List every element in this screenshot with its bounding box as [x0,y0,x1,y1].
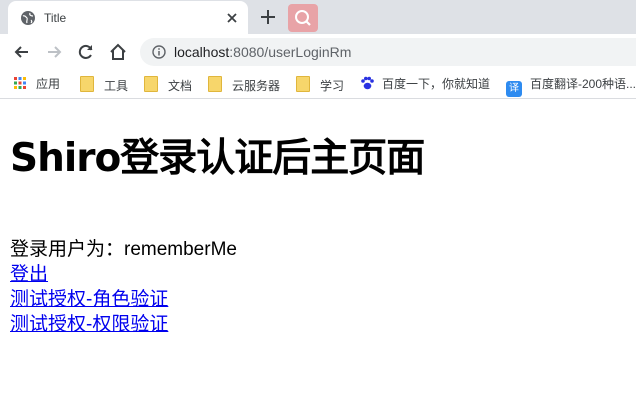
page-content: Shiro登录认证后主页面 登录用户为：rememberMe 登出 测试授权-角… [0,99,636,408]
tab-title: Title [44,11,67,25]
folder-icon [144,76,158,92]
bookmarks-bar: 应用 工具 文档 云服务器 学习 百度一下，你就知道 译百度翻译-200种语..… [0,70,636,99]
search-extension-button[interactable] [288,4,318,32]
browser-tab[interactable]: Title [8,1,248,34]
back-arrow-icon[interactable] [12,42,32,62]
url-host: localhost [174,44,230,60]
globe-icon [21,11,35,25]
bookmark-label: 应用 [36,77,61,91]
forward-arrow-icon[interactable] [44,42,64,62]
bookmark-cloud-servers[interactable]: 云服务器 [208,76,281,93]
new-tab-icon[interactable] [258,7,278,27]
role-authorization-test-link[interactable]: 测试授权-角色验证 [10,288,168,312]
bookmark-docs[interactable]: 文档 [144,76,193,93]
folder-icon [208,76,222,92]
bookmark-apps[interactable]: 应用 [14,76,60,92]
reload-icon[interactable] [76,42,96,62]
bookmark-label: 百度翻译-200种语... [530,77,636,91]
permission-authorization-test-link[interactable]: 测试授权-权限验证 [10,313,168,337]
bookmark-baidu-translate[interactable]: 译百度翻译-200种语... [506,76,636,97]
bookmark-baidu[interactable]: 百度一下，你就知道 [360,76,490,92]
url-path: :8080/userLoginRm [229,44,352,60]
logout-link[interactable]: 登出 [10,263,48,287]
bookmark-study[interactable]: 学习 [296,76,345,93]
apps-grid-icon [14,77,26,89]
bookmark-label: 百度一下，你就知道 [382,77,491,91]
browser-toolbar: localhost:8080/userLoginRm [0,34,636,70]
bookmark-tools[interactable]: 工具 [80,76,129,93]
close-icon[interactable] [224,10,240,26]
folder-icon [80,76,94,92]
page-title: Shiro登录认证后主页面 [10,136,425,181]
info-icon[interactable] [152,45,166,59]
baidu-paw-icon [361,76,374,90]
translate-icon: 译 [506,81,522,97]
search-icon [295,10,311,26]
home-icon[interactable] [108,42,128,62]
folder-icon [296,76,310,92]
bookmark-label: 云服务器 [232,79,281,93]
bookmark-label: 工具 [104,79,129,93]
bookmark-label: 文档 [168,79,193,93]
bookmark-label: 学习 [320,79,345,93]
url-text: localhost:8080/userLoginRm [174,44,351,60]
logged-in-user-text: 登录用户为：rememberMe [10,239,237,260]
tab-strip: Title [0,0,636,34]
address-bar[interactable]: localhost:8080/userLoginRm [140,38,636,66]
